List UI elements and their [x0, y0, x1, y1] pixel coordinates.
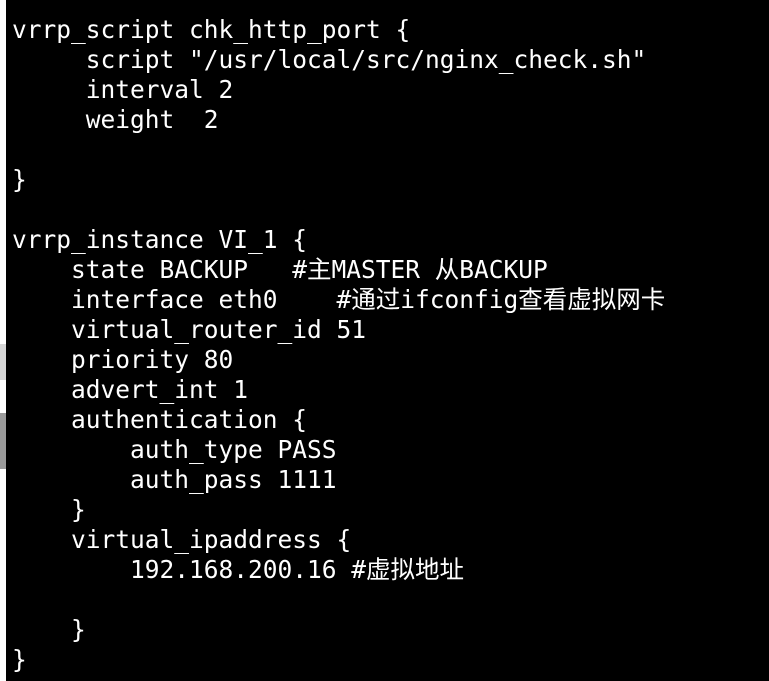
- code-line: }: [12, 645, 27, 674]
- code-line: vrrp_instance VI_1 {: [12, 225, 308, 254]
- code-line: vrrp_script chk_http_port {: [12, 15, 411, 44]
- code-line: }: [12, 615, 86, 644]
- code-line: virtual_ipaddress {: [12, 525, 352, 554]
- code-line: weight 2: [12, 105, 219, 134]
- code-line: }: [12, 495, 86, 524]
- code-line: interval 2: [12, 75, 234, 104]
- code-line: script "/usr/local/src/nginx_check.sh": [12, 45, 647, 74]
- code-line: }: [12, 165, 27, 194]
- code-line: auth_type PASS: [12, 435, 337, 464]
- code-line: advert_int 1: [12, 375, 249, 404]
- code-line: 192.168.200.16 #虚拟地址: [12, 555, 465, 584]
- config-text-block[interactable]: vrrp_script chk_http_port { script "/usr…: [12, 15, 665, 675]
- code-line: auth_pass 1111: [12, 465, 337, 494]
- terminal-window[interactable]: vrrp_script chk_http_port { script "/usr…: [6, 0, 769, 681]
- code-line: interface eth0 #通过ifconfig查看虚拟网卡: [12, 285, 666, 314]
- code-line: state BACKUP #主MASTER 从BACKUP: [12, 255, 548, 284]
- code-line: authentication {: [12, 405, 308, 434]
- code-line: virtual_router_id 51: [12, 315, 367, 344]
- code-line: priority 80: [12, 345, 234, 374]
